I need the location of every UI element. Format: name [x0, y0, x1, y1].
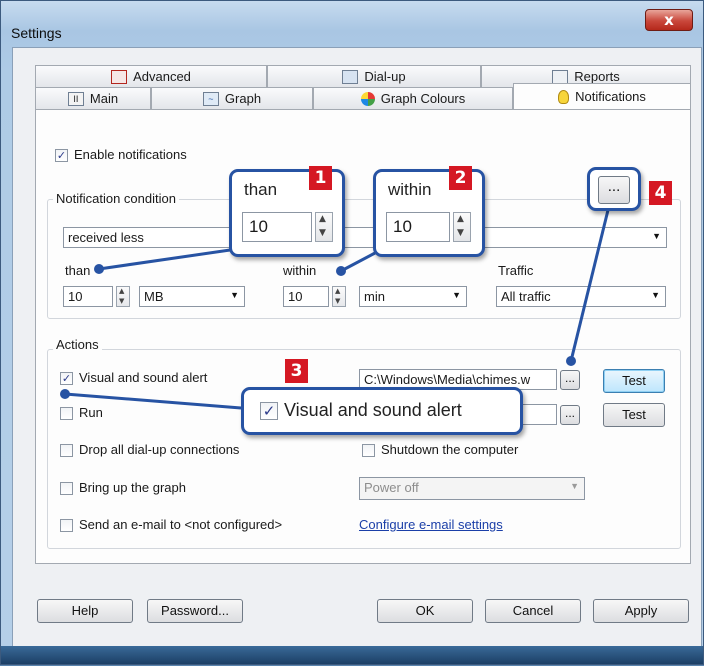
than-value-input[interactable]: 10: [63, 286, 113, 307]
title-bar[interactable]: Settings x: [1, 1, 703, 41]
main-icon: II: [67, 91, 84, 106]
actions-label: Actions: [53, 337, 102, 352]
graph-icon: ~: [202, 91, 219, 106]
tab-label: Graph: [224, 91, 262, 106]
tab-dial-up[interactable]: Dial-up: [267, 65, 481, 87]
chevron-down-icon: ▼: [570, 481, 579, 491]
callout-than-value: 10: [242, 212, 312, 242]
callout-visual-checkbox: ✓: [260, 402, 278, 420]
than-spinner[interactable]: [116, 286, 130, 307]
report-icon: [552, 69, 569, 84]
tab-label: Graph Colours: [380, 91, 466, 106]
password-button[interactable]: Password...: [147, 599, 243, 623]
callout-than-label: than: [244, 180, 278, 199]
than-label: than: [65, 263, 91, 278]
send-email-label: Send an e-mail to <not configured>: [79, 517, 283, 532]
tab-label: Main: [89, 91, 119, 106]
callout-than-spinner: [315, 212, 333, 242]
within-spinner[interactable]: [332, 286, 346, 307]
tab-label: Reports: [574, 69, 620, 84]
close-icon: x: [664, 11, 674, 29]
close-button[interactable]: x: [645, 9, 693, 31]
apply-button[interactable]: Apply: [593, 599, 689, 623]
shutdown-checkbox[interactable]: [362, 444, 375, 457]
chevron-down-icon: ▼: [651, 290, 660, 300]
shutdown-label: Shutdown the computer: [381, 442, 519, 457]
run-path-input[interactable]: [517, 404, 557, 425]
browse-sound-button[interactable]: ...: [560, 370, 580, 390]
callout-badge-2: 2: [449, 166, 472, 190]
tab-graph-colours[interactable]: Graph Colours: [313, 87, 513, 109]
modem-icon: [342, 69, 359, 84]
tab-notifications[interactable]: Notifications: [513, 83, 691, 109]
tab-label: Advanced: [133, 69, 191, 84]
ok-button[interactable]: OK: [377, 599, 473, 623]
run-label: Run: [79, 405, 103, 420]
tab-label: Dial-up: [364, 69, 406, 84]
callout-badge-3: 3: [285, 359, 308, 383]
drop-dialup-checkbox[interactable]: [60, 444, 73, 457]
notification-condition-label: Notification condition: [53, 191, 179, 206]
send-email-checkbox[interactable]: [60, 519, 73, 532]
callout-within-spinner: [453, 212, 471, 242]
tab-label: Notifications: [575, 89, 646, 104]
condition-value: received less: [68, 230, 144, 245]
calendar-icon: [111, 69, 128, 84]
bring-up-graph-label: Bring up the graph: [79, 480, 186, 495]
help-button[interactable]: Help: [37, 599, 133, 623]
callout-visual-label: Visual and sound alert: [284, 400, 462, 420]
within-unit-dropdown[interactable]: min ▼: [359, 286, 467, 307]
callout-browse: ...: [587, 167, 641, 211]
chevron-down-icon: ▼: [652, 231, 661, 241]
test-run-button[interactable]: Test: [603, 403, 665, 427]
configure-email-link[interactable]: Configure e-mail settings: [359, 517, 503, 532]
than-unit-dropdown[interactable]: MB ▼: [139, 286, 245, 307]
visual-sound-label: Visual and sound alert: [79, 370, 208, 385]
power-action-dropdown: Power off ▼: [359, 477, 585, 500]
enable-notifications-label: Enable notifications: [74, 147, 187, 162]
test-sound-button[interactable]: Test: [603, 369, 665, 393]
chevron-down-icon: ▼: [452, 290, 461, 300]
tab-main[interactable]: II Main: [35, 87, 151, 109]
within-value-input[interactable]: 10: [283, 286, 329, 307]
visual-sound-checkbox[interactable]: ✓: [60, 372, 73, 385]
traffic-value: All traffic: [501, 289, 551, 304]
palette-icon: [360, 91, 375, 106]
callout-browse-button: ...: [598, 176, 630, 204]
callout-visual-sound: ✓ Visual and sound alert: [241, 387, 523, 435]
enable-notifications-checkbox[interactable]: ✓: [55, 149, 68, 162]
power-action-value: Power off: [364, 480, 419, 495]
callout-within-label: within: [388, 180, 432, 199]
bring-up-graph-checkbox[interactable]: [60, 482, 73, 495]
condition-dropdown[interactable]: received less ▼: [63, 227, 667, 248]
within-unit-value: min: [364, 289, 385, 304]
tab-row-bottom: II Main ~ Graph Graph Colours Notificati…: [35, 83, 691, 109]
traffic-label: Traffic: [498, 263, 534, 278]
taskbar-strip: [1, 646, 703, 664]
window-title: Settings: [11, 25, 62, 41]
within-label: within: [283, 263, 317, 278]
tab-advanced[interactable]: Advanced: [35, 65, 267, 87]
run-checkbox[interactable]: [60, 407, 73, 420]
drop-dialup-label: Drop all dial-up connections: [79, 442, 240, 457]
settings-window: Settings x Advanced Dial-up Reports II M…: [0, 0, 704, 665]
traffic-dropdown[interactable]: All traffic ▼: [496, 286, 666, 307]
callout-badge-4: 4: [649, 181, 672, 205]
than-unit-value: MB: [144, 289, 164, 304]
browse-run-button[interactable]: ...: [560, 405, 580, 425]
cancel-button[interactable]: Cancel: [485, 599, 581, 623]
tab-graph[interactable]: ~ Graph: [151, 87, 313, 109]
callout-within-value: 10: [386, 212, 450, 242]
chevron-down-icon: ▼: [230, 290, 239, 300]
lightbulb-icon: [558, 89, 570, 104]
callout-badge-1: 1: [309, 166, 332, 190]
